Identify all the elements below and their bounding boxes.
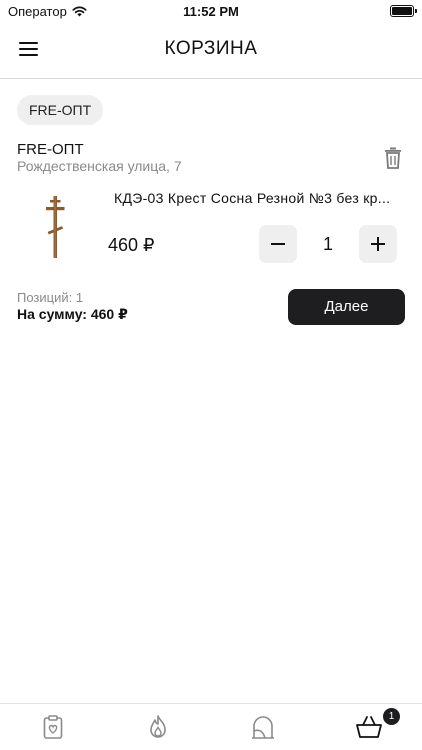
product-image[interactable] [34, 196, 76, 260]
cart-badge: 1 [383, 708, 400, 725]
minus-icon [271, 243, 285, 245]
positions-count: Позиций: 1 [17, 290, 84, 305]
cross-image [46, 196, 65, 258]
tab-ritual[interactable] [250, 714, 276, 740]
increase-quantity-button[interactable] [359, 225, 397, 263]
flame-icon [150, 715, 166, 738]
store-address: Рождественская улица, 7 [17, 158, 182, 174]
status-bar: Оператор 11:52 PM [0, 0, 422, 24]
battery-icon [390, 5, 417, 17]
basket-icon [356, 716, 382, 738]
next-button[interactable]: Далее [288, 289, 405, 325]
status-time: 11:52 PM [183, 4, 239, 19]
decrease-quantity-button[interactable] [259, 225, 297, 263]
tab-cart[interactable] [355, 714, 382, 740]
product-name[interactable]: КДЭ-03 Крест Сосна Резной №3 без кр... [114, 190, 410, 206]
tab-hot[interactable] [145, 714, 171, 740]
page-title: КОРЗИНА [164, 38, 258, 59]
delete-button[interactable] [382, 146, 404, 170]
plus-icon [371, 237, 385, 251]
tab-bar [0, 703, 422, 750]
store-filter-chip[interactable]: FRE-ОПТ [17, 95, 104, 125]
ritual-icon [252, 716, 274, 739]
navigation-bar: КОРЗИНА [0, 24, 422, 79]
trash-icon [385, 147, 401, 169]
tab-orders[interactable] [40, 714, 66, 740]
product-price: 460 ₽ [108, 235, 155, 255]
store-name: FRE-ОПТ [17, 141, 84, 158]
quantity-value: 1 [322, 234, 333, 254]
clipboard-heart-icon [43, 715, 63, 739]
order-total: На сумму: 460 ₽ [17, 306, 128, 322]
